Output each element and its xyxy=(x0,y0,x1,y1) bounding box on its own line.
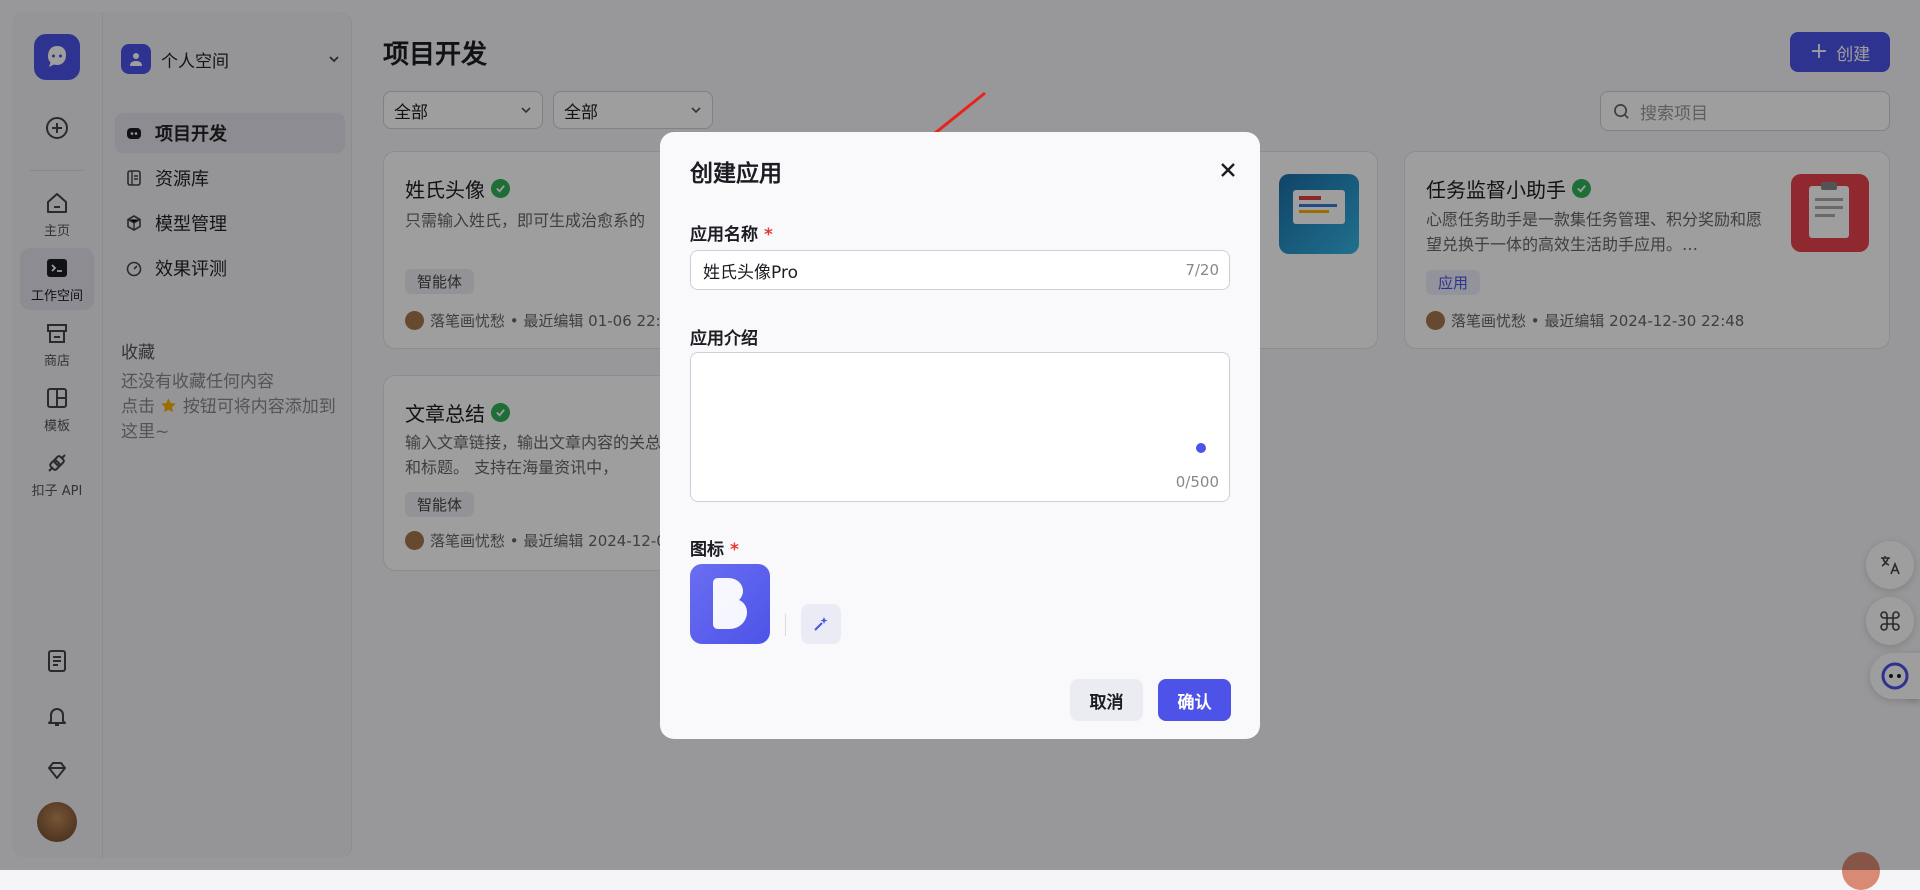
required-mark: * xyxy=(764,225,773,245)
close-button[interactable] xyxy=(1214,156,1242,184)
ai-cursor-dot-icon xyxy=(1196,443,1206,453)
desc-counter: 0/500 xyxy=(1175,473,1219,491)
app-default-icon xyxy=(713,578,747,629)
app-desc-label: 应用介绍 xyxy=(690,329,758,349)
app-name-field[interactable]: 7/20 xyxy=(690,250,1230,290)
app-icon-preview[interactable] xyxy=(690,564,770,644)
app-desc-field[interactable]: 0/500 xyxy=(690,352,1230,502)
required-mark: * xyxy=(730,540,739,560)
icon-divider xyxy=(785,614,786,636)
app-name-label: 应用名称 * xyxy=(690,220,773,245)
close-icon xyxy=(1221,163,1235,177)
name-counter: 7/20 xyxy=(1185,261,1219,279)
app-name-label-text: 应用名称 xyxy=(690,225,758,245)
dialog-title: 创建应用 xyxy=(690,161,782,187)
icon-label: 图标 * xyxy=(690,535,739,560)
ai-generate-icon-button[interactable] xyxy=(801,604,841,644)
icon-label-text: 图标 xyxy=(690,540,724,560)
create-app-dialog: 创建应用 应用名称 * 7/20 应用介绍 0/500 图标 * 取消 确认 xyxy=(660,132,1260,739)
confirm-button[interactable]: 确认 xyxy=(1158,679,1231,721)
app-name-input[interactable] xyxy=(701,251,1161,289)
sparkle-icon xyxy=(814,617,828,631)
cancel-button[interactable]: 取消 xyxy=(1070,679,1143,721)
